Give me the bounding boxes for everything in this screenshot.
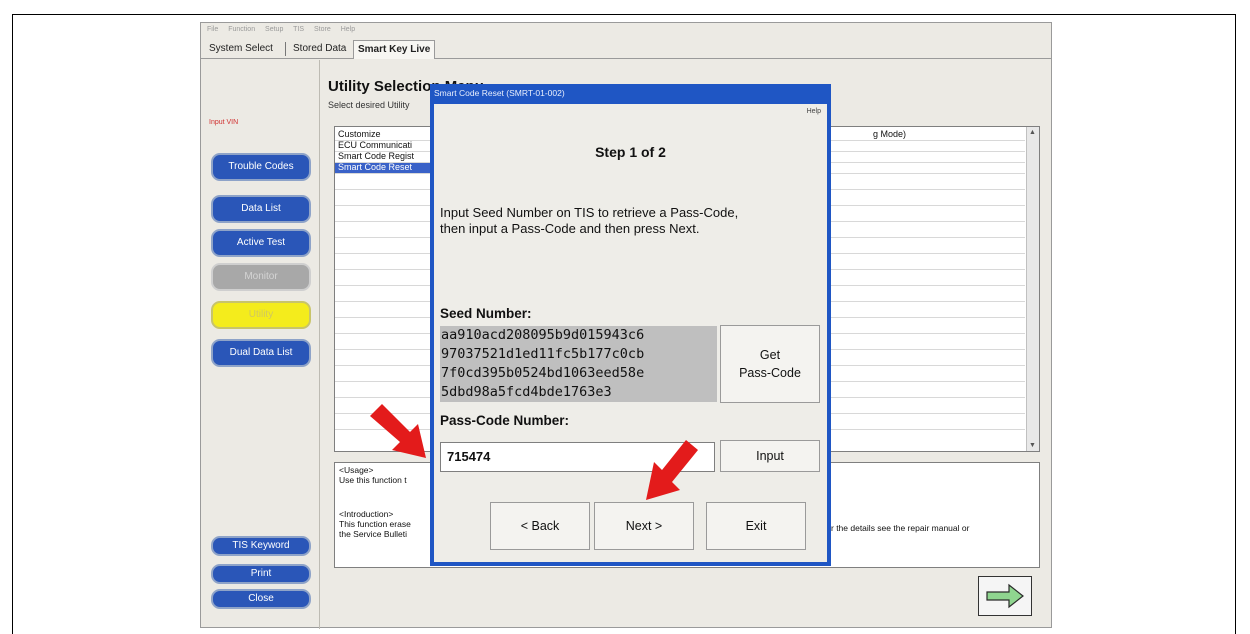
seed-line: aa910acd208095b9d015943c6 [441, 327, 645, 343]
active-test-button[interactable]: Active Test [211, 229, 311, 257]
monitor-button[interactable]: Monitor [211, 263, 311, 291]
dual-data-list-button[interactable]: Dual Data List [211, 339, 311, 367]
seed-number-value: aa910acd208095b9d015943c6 97037521d1ed11… [440, 326, 717, 402]
trouble-codes-button[interactable]: Trouble Codes [211, 153, 311, 181]
tis-keyword-button[interactable]: TIS Keyword [211, 536, 311, 556]
usage-text: Use this function t [339, 475, 407, 485]
tab-smart-key-live[interactable]: Smart Key Live [353, 40, 436, 59]
dialog-title: Smart Code Reset (SMRT-01-002) [434, 88, 565, 98]
input-vin-label: Input VIN [209, 119, 239, 126]
pass-code-label: Pass-Code Number: [440, 413, 570, 428]
red-arrow-icon [370, 404, 426, 458]
menubar: File Function Setup TIS Store Help [201, 23, 1051, 37]
input-button[interactable]: Input [720, 440, 820, 472]
menu-store[interactable]: Store [314, 26, 331, 33]
print-button[interactable]: Print [211, 564, 311, 584]
seed-line: 5dbd98a5fcd4bde1763e3 [441, 384, 612, 400]
utility-button[interactable]: Utility [211, 301, 311, 329]
tab-stored-data[interactable]: Stored Data [289, 40, 350, 58]
get-pass-code-label-2: Pass-Code [739, 366, 801, 380]
close-button[interactable]: Close [211, 589, 311, 609]
utility-menu-subtitle: Select desired Utility [328, 100, 410, 110]
right-arrow-icon [986, 583, 1024, 609]
menu-help[interactable]: Help [341, 26, 355, 33]
dialog-body: Help Step 1 of 2 Input Seed Number on TI… [434, 104, 827, 562]
seed-line: 97037521d1ed11fc5b177c0cb [441, 346, 645, 362]
intro-text-1: This function erase [339, 519, 411, 529]
list-right-text: g Mode) [873, 129, 907, 139]
tab-bar: System Select Stored Data Smart Key Live [201, 37, 1051, 59]
scroll-down-icon[interactable]: ▼ [1028, 441, 1037, 450]
menu-tis[interactable]: TIS [293, 26, 304, 33]
intro-right-text: r the details see the repair manual or [831, 523, 970, 533]
data-list-button[interactable]: Data List [211, 195, 311, 223]
next-arrow-button[interactable] [978, 576, 1032, 616]
menu-file[interactable]: File [207, 26, 218, 33]
back-button[interactable]: < Back [490, 502, 590, 550]
list-item-smart-code-reset[interactable]: Smart Code Reset [335, 162, 435, 173]
instruction-line-1: Input Seed Number on TIS to retrieve a P… [440, 205, 739, 220]
menu-function[interactable]: Function [228, 26, 255, 33]
help-link[interactable]: Help [807, 108, 821, 115]
exit-button[interactable]: Exit [706, 502, 806, 550]
instruction-line-2: then input a Pass-Code and then press Ne… [440, 221, 700, 236]
smart-code-reset-dialog: Smart Code Reset (SMRT-01-002) Help Step… [430, 84, 831, 566]
seed-line: 7f0cd395b0524bd1063eed58e [441, 365, 645, 381]
intro-text-2: the Service Bulleti [339, 529, 408, 539]
get-pass-code-label-1: Get [759, 348, 781, 362]
menu-setup[interactable]: Setup [265, 26, 283, 33]
get-pass-code-button[interactable]: Get Pass-Code [720, 325, 820, 403]
tab-divider [285, 42, 286, 56]
step-indicator: Step 1 of 2 [595, 144, 666, 160]
tab-system-select[interactable]: System Select [205, 40, 277, 58]
seed-number-label: Seed Number: [440, 306, 532, 321]
instruction-text: Input Seed Number on TIS to retrieve a P… [440, 205, 820, 237]
red-arrow-icon [646, 440, 698, 500]
scroll-up-icon[interactable]: ▲ [1028, 128, 1037, 137]
intro-heading: <Introduction> [339, 509, 394, 519]
list-scrollbar[interactable]: ▲ ▼ [1026, 127, 1039, 451]
